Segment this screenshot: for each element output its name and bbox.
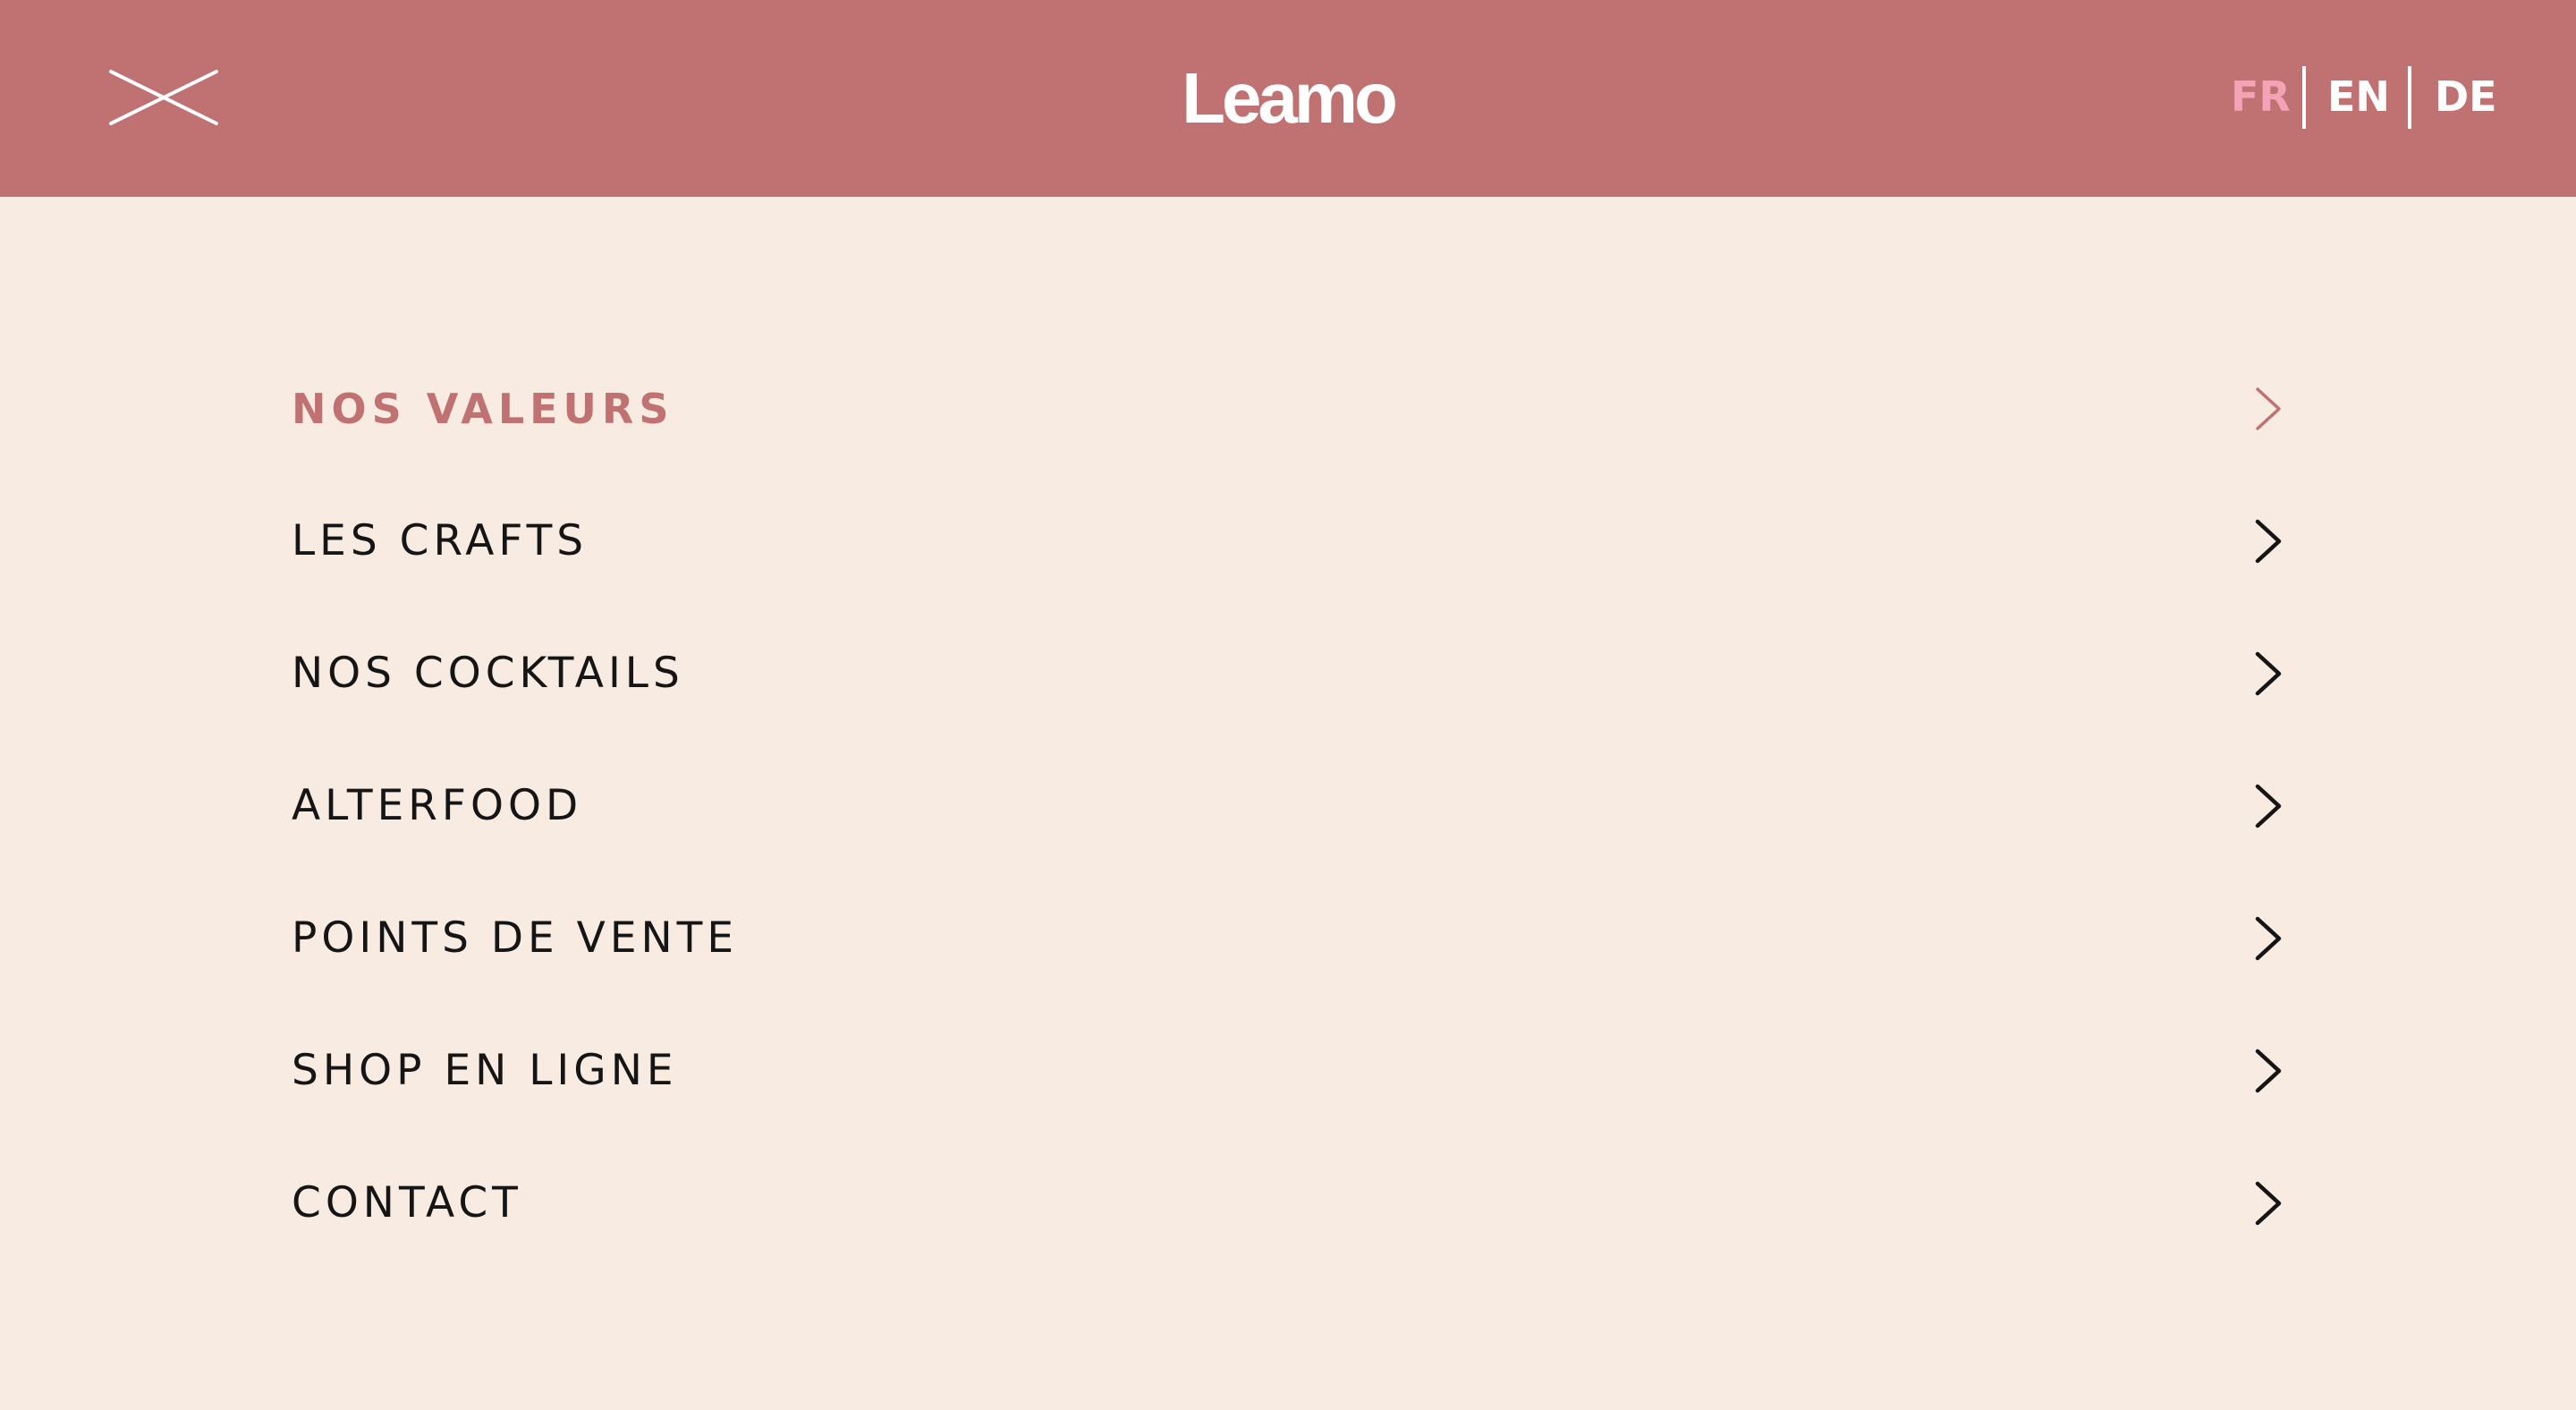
language-fr[interactable]: FR bbox=[2231, 63, 2291, 131]
menu-item-nos-valeurs[interactable]: NOS VALEURS bbox=[292, 360, 2295, 458]
menu-item-label: NOS COCKTAILS bbox=[292, 649, 684, 698]
menu-item-nos-cocktails[interactable]: NOS COCKTAILS bbox=[292, 624, 2295, 723]
chevron-right-icon bbox=[2250, 1046, 2286, 1096]
chevron-right-icon bbox=[2250, 781, 2286, 831]
menu-item-contact[interactable]: CONTACT bbox=[292, 1154, 2295, 1253]
language-divider bbox=[2408, 66, 2411, 129]
menu-item-shop-en-ligne[interactable]: SHOP EN LIGNE bbox=[292, 1022, 2295, 1120]
close-icon bbox=[109, 70, 218, 125]
menu-item-points-de-vente[interactable]: POINTS DE VENTE bbox=[292, 889, 2295, 988]
chevron-right-icon bbox=[2250, 384, 2286, 434]
menu-item-label: SHOP EN LIGNE bbox=[292, 1046, 678, 1095]
menu-item-label: CONTACT bbox=[292, 1178, 522, 1227]
menu-item-alterfood[interactable]: ALTERFOOD bbox=[292, 757, 2295, 855]
menu-item-label: LES CRAFTS bbox=[292, 516, 589, 565]
menu-item-label: POINTS DE VENTE bbox=[292, 913, 739, 963]
close-menu-button[interactable] bbox=[106, 66, 222, 129]
chevron-right-icon bbox=[2250, 649, 2286, 699]
language-de[interactable]: DE bbox=[2435, 63, 2497, 131]
chevron-right-icon bbox=[2250, 516, 2286, 566]
language-en[interactable]: EN bbox=[2327, 63, 2390, 131]
chevron-right-icon bbox=[2250, 1178, 2286, 1228]
site-logo[interactable]: Leamo bbox=[1154, 54, 1422, 143]
menu-item-les-crafts[interactable]: LES CRAFTS bbox=[292, 492, 2295, 590]
menu-item-label: ALTERFOOD bbox=[292, 781, 583, 830]
chevron-right-icon bbox=[2250, 913, 2286, 964]
menu-item-label: NOS VALEURS bbox=[292, 385, 674, 433]
site-header: Leamo FR EN DE bbox=[0, 0, 2576, 197]
language-divider bbox=[2302, 66, 2306, 129]
